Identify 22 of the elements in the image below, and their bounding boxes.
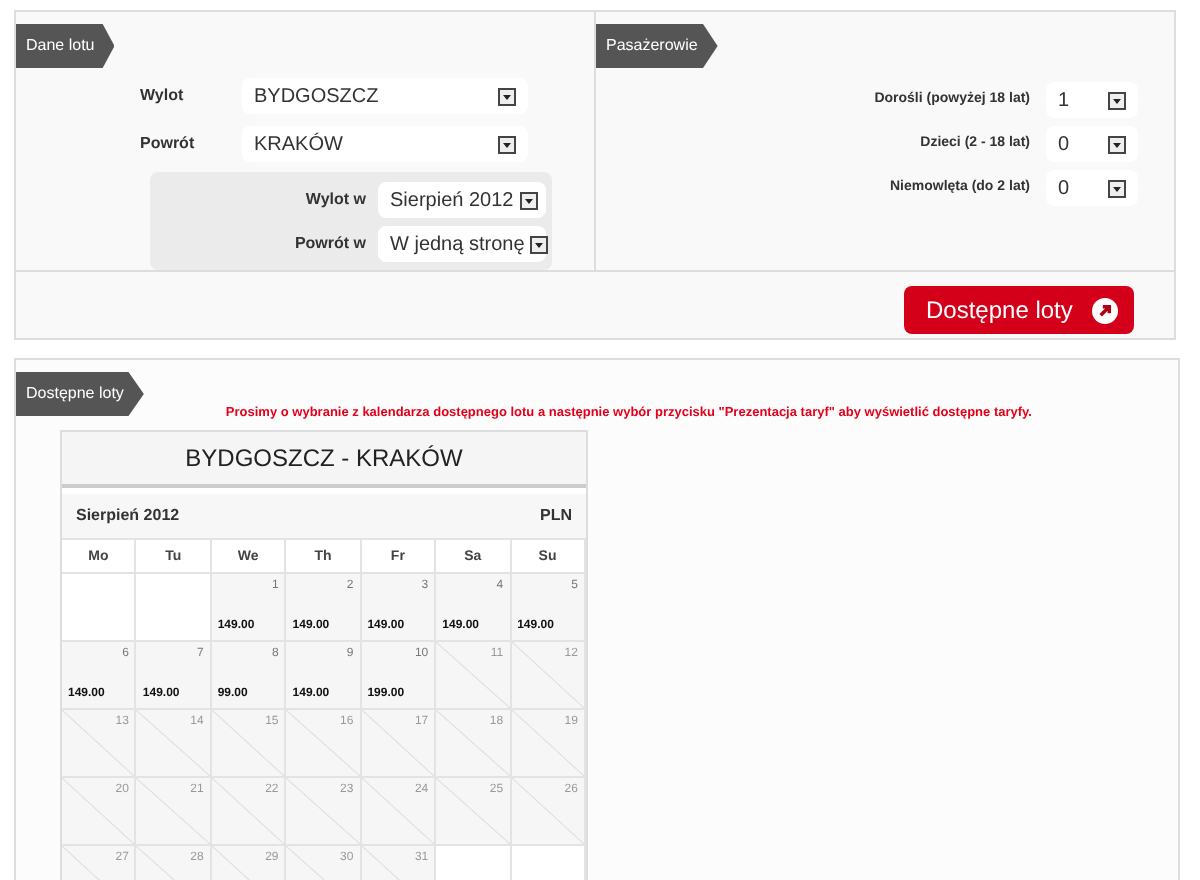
caret-icon — [498, 87, 516, 105]
select-field[interactable]: 1 — [1046, 82, 1138, 118]
select-field[interactable]: 0 — [1046, 170, 1138, 206]
caret-icon — [519, 191, 538, 209]
arrow-icon — [1092, 297, 1118, 323]
field-label: Wylot — [140, 84, 186, 108]
select-field[interactable]: Sierpień 2012 — [378, 182, 546, 218]
caret-icon — [1108, 179, 1126, 197]
select-field[interactable]: W jedną stronę — [378, 226, 546, 262]
calendar-title: BYDGOSZCZ - KRAKÓW — [62, 431, 586, 488]
caret-icon — [1108, 135, 1126, 153]
caret-icon — [1108, 91, 1126, 109]
currency-label: PLN — [540, 503, 572, 528]
field-label: Wylot w — [305, 188, 366, 212]
field-label: Powrót — [140, 132, 197, 156]
caret-icon — [498, 135, 516, 153]
month-label: Sierpień 2012 — [76, 503, 180, 528]
select-field[interactable]: 0 — [1046, 126, 1138, 162]
select-field[interactable]: KRAKÓW — [242, 126, 528, 162]
field-label: Powrót w — [294, 232, 366, 256]
search-button[interactable]: Dostępne loty — [904, 286, 1134, 334]
select-field[interactable]: BYDGOSZCZ — [242, 78, 528, 114]
